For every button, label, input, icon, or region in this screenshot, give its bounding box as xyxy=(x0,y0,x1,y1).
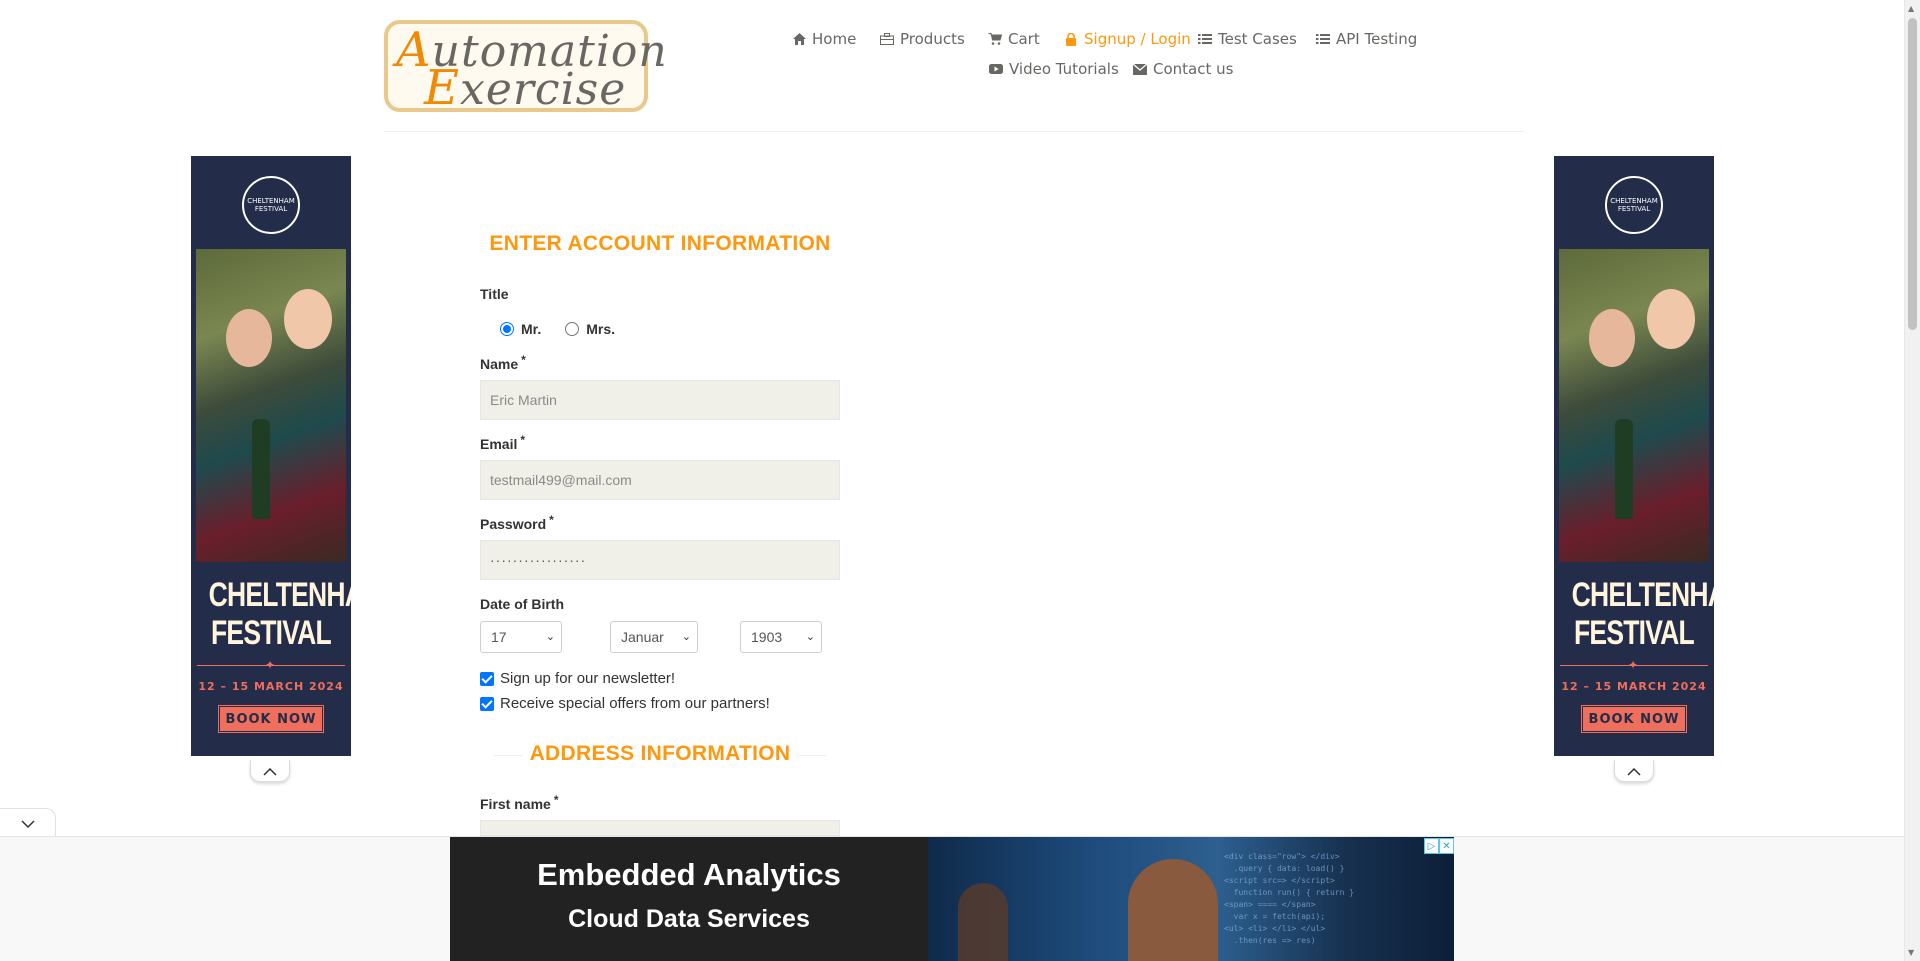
header-divider xyxy=(384,131,1524,132)
festival-crest: CHELTENHAM FESTIVAL xyxy=(1605,176,1663,234)
chevron-down-icon: ⌄ xyxy=(545,631,555,643)
name-label: Name * xyxy=(480,353,526,372)
list-icon xyxy=(1198,32,1212,46)
dob-month-select[interactable]: Januar ⌄ xyxy=(610,621,698,653)
nav-contact-us[interactable]: Contact us xyxy=(1133,60,1233,78)
star-icon: ✦ xyxy=(265,658,276,672)
ad-choices[interactable]: ▷ ✕ xyxy=(1424,838,1454,854)
ad-subheadline: Cloud Data Services xyxy=(568,905,810,933)
newsletter-checkbox[interactable]: Sign up for our newsletter! xyxy=(480,670,675,687)
nav-home[interactable]: Home xyxy=(792,30,856,48)
home-icon xyxy=(792,32,806,46)
chevron-down-icon xyxy=(20,813,35,832)
title-mrs-radio[interactable]: Mrs. xyxy=(565,321,615,337)
close-icon[interactable]: ✕ xyxy=(1439,838,1454,854)
title-mr-radio[interactable]: Mr. xyxy=(500,321,541,337)
festival-crest: CHELTENHAM FESTIVAL xyxy=(242,176,300,234)
nav-api-testing[interactable]: API Testing xyxy=(1316,30,1417,48)
ad-headline: CHELTENHAM FESTIVAL xyxy=(208,576,351,652)
chevron-up-icon xyxy=(263,761,277,780)
nav-video-tutorials[interactable]: Video Tutorials xyxy=(989,60,1119,78)
book-now-button[interactable]: BOOK NOW xyxy=(1581,705,1687,733)
special-offers-checkbox[interactable]: Receive special offers from our partners… xyxy=(480,695,770,712)
nav-signup-login[interactable]: Signup / Login xyxy=(1064,30,1191,48)
dob-day-select[interactable]: 17 ⌄ xyxy=(480,621,562,653)
book-now-button[interactable]: BOOK NOW xyxy=(218,705,324,733)
ad-headline: Embedded Analytics xyxy=(537,857,841,892)
ad-photo xyxy=(196,249,346,562)
address-info-heading: ADDRESS INFORMATION xyxy=(480,742,840,766)
checkbox-checked-icon xyxy=(480,671,494,686)
first-name-field[interactable] xyxy=(480,820,840,836)
email-label: Email * xyxy=(480,433,526,452)
radio-checked-icon xyxy=(500,322,514,336)
dob-year-select[interactable]: 1903 ⌄ xyxy=(740,621,822,653)
chevron-down-icon: ⌄ xyxy=(681,631,691,643)
account-info-heading: ENTER ACCOUNT INFORMATION xyxy=(480,232,840,256)
nav-cart[interactable]: Cart xyxy=(988,30,1040,48)
cart-icon xyxy=(988,32,1002,46)
chevron-up-icon xyxy=(1627,761,1641,780)
ad-dates: 12 – 15 MARCH 2024 xyxy=(198,680,344,693)
right-ad-collapse-button[interactable] xyxy=(1614,760,1654,782)
ad-photo xyxy=(1559,249,1709,562)
right-side-ad[interactable]: CHELTENHAM FESTIVAL CHELTENHAM FESTIVAL … xyxy=(1554,156,1714,756)
dob-label: Date of Birth xyxy=(480,596,564,612)
list-icon xyxy=(1316,32,1330,46)
scroll-thumb[interactable] xyxy=(1908,18,1917,330)
left-side-ad[interactable]: CHELTENHAM FESTIVAL CHELTENHAM FESTIVAL … xyxy=(191,156,351,756)
site-logo[interactable]: Automation Exercise xyxy=(384,20,667,112)
checkbox-checked-icon xyxy=(480,696,494,711)
nav-products[interactable]: Products xyxy=(880,30,965,48)
ad-dates: 12 – 15 MARCH 2024 xyxy=(1561,680,1707,693)
bottom-banner-ad[interactable]: Embedded Analytics Cloud Data Services <… xyxy=(450,837,1454,961)
nav-test-cases[interactable]: Test Cases xyxy=(1198,30,1297,48)
ad-headline: CHELTENHAM FESTIVAL xyxy=(1571,576,1714,652)
first-name-label: First name * xyxy=(480,793,559,812)
password-field[interactable]: ················· xyxy=(480,540,840,580)
left-ad-collapse-button[interactable] xyxy=(250,760,290,782)
lock-icon xyxy=(1064,32,1078,46)
bottom-ad-collapse-button[interactable] xyxy=(0,808,56,836)
name-field[interactable]: Eric Martin xyxy=(480,380,840,420)
site-header: Automation Exercise Home Products Cart S… xyxy=(0,0,1904,133)
chevron-down-icon: ⌄ xyxy=(805,631,815,643)
title-radio-group: Mr. Mrs. xyxy=(500,321,639,337)
ad-info-icon[interactable]: ▷ xyxy=(1424,838,1439,854)
star-icon: ✦ xyxy=(1628,658,1639,672)
email-field[interactable]: testmail499@mail.com xyxy=(480,460,840,500)
scroll-up-arrow-icon[interactable]: ▲ xyxy=(1908,4,1914,13)
title-label: Title xyxy=(480,286,509,302)
password-label: Password * xyxy=(480,513,554,532)
ad-image: <div class="row"> </div> .query { data: … xyxy=(928,837,1454,961)
envelope-icon xyxy=(1133,62,1147,76)
youtube-icon xyxy=(989,62,1003,76)
products-icon xyxy=(880,32,894,46)
page-scrollbar[interactable]: ▲ ▼ xyxy=(1904,0,1920,961)
scroll-down-arrow-icon[interactable]: ▼ xyxy=(1908,948,1914,957)
radio-unchecked-icon xyxy=(565,322,580,336)
